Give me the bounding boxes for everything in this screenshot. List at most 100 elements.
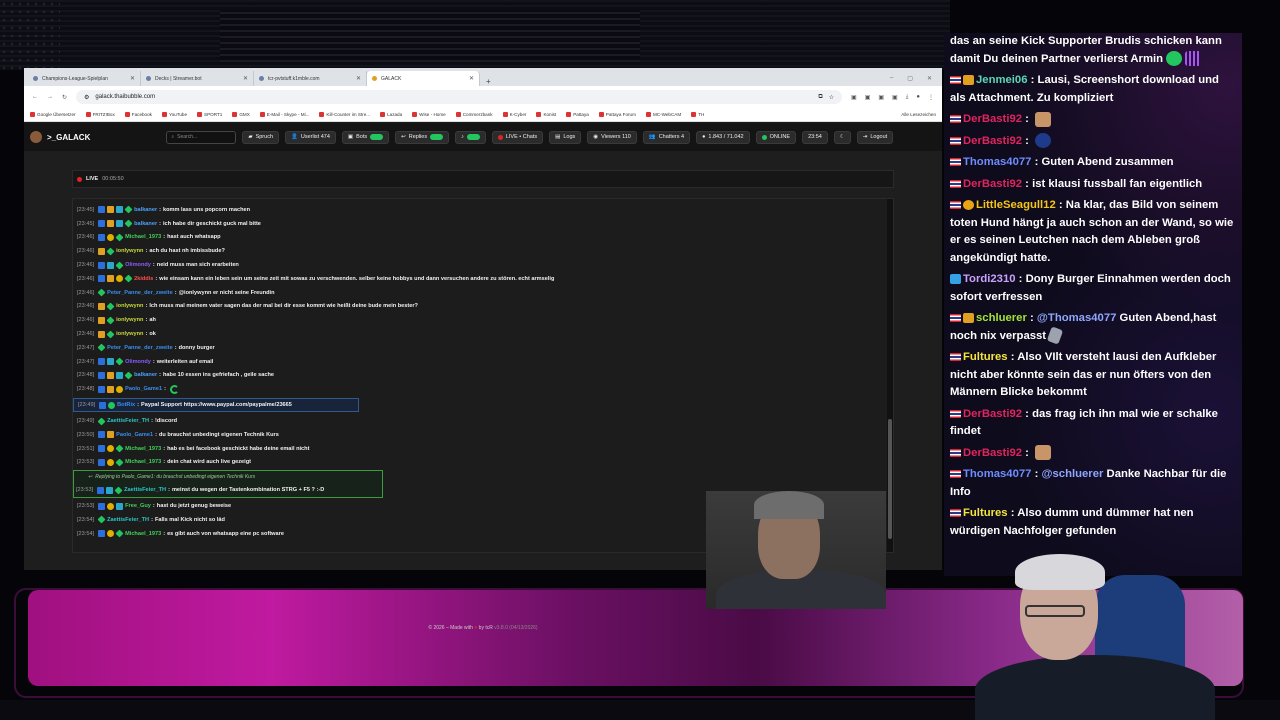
extension-icon[interactable]: ▣ — [851, 94, 857, 101]
logout-button[interactable]: ⇥ Logout — [856, 130, 894, 144]
forward-icon[interactable]: → — [47, 94, 53, 100]
url-field[interactable]: ⚙ galack.thaibubble.com ⧉ ☆ — [76, 90, 843, 104]
mention[interactable]: @schluerer — [1042, 468, 1104, 480]
translate-icon[interactable]: ⧉ — [818, 94, 822, 101]
username[interactable]: Thomas4077 — [963, 156, 1031, 168]
bots-toggle[interactable] — [370, 134, 384, 140]
tab-galack[interactable]: GALACK ✕ — [367, 71, 480, 86]
username[interactable]: Paolo_Game1 — [125, 386, 162, 392]
profile-icon[interactable]: ● — [916, 94, 920, 101]
second-webcam — [975, 550, 1215, 720]
replies-button[interactable]: ↩ Replies — [395, 130, 450, 144]
close-icon[interactable]: ✕ — [130, 75, 135, 82]
close-icon[interactable]: ✕ — [356, 75, 361, 82]
username[interactable]: Michael_1973 — [125, 531, 161, 537]
extension-icon[interactable]: ▣ — [878, 94, 884, 101]
bookmark-item[interactable]: YouTube — [161, 112, 187, 117]
tab-pvtstuff[interactable]: tcr-pvtstuff.k1mble.com ✕ — [254, 71, 367, 86]
brand[interactable]: >_GALACK — [30, 131, 90, 143]
username[interactable]: Jenmei06 — [976, 74, 1028, 86]
menu-icon[interactable]: ⋮ — [928, 94, 934, 101]
tab-champions-league[interactable]: Champions-League-Spielplan ✕ — [28, 71, 141, 86]
username[interactable]: BotRix — [117, 402, 135, 408]
bookmark-item[interactable]: Facebook — [124, 112, 152, 117]
extension-icon[interactable]: ▣ — [892, 94, 898, 101]
bookmark-item[interactable]: K-Cyber — [502, 112, 526, 117]
tab-streamerbot[interactable]: Decks | Streamer.bot ✕ — [141, 71, 254, 86]
username[interactable]: balkaner — [134, 207, 157, 213]
username[interactable]: ionlywynn — [116, 331, 143, 337]
bookmark-item[interactable]: Pattaya Forum — [598, 112, 636, 117]
username[interactable]: Fultures — [963, 507, 1008, 519]
bookmark-item[interactable]: E-Mail - Skype - Mi... — [259, 112, 309, 117]
username[interactable]: Michael_1973 — [125, 446, 161, 452]
back-icon[interactable]: ← — [32, 94, 38, 100]
downloads-icon[interactable]: ⤓ — [906, 94, 909, 101]
bookmark-item[interactable]: Wise - Home — [412, 112, 446, 117]
username[interactable]: DerBasti92 — [963, 178, 1022, 190]
username[interactable]: Olimondy — [125, 359, 151, 365]
username[interactable]: Free_Guy — [125, 503, 151, 509]
close-icon[interactable]: ✕ — [243, 75, 248, 82]
bots-button[interactable]: ▣ Bots — [341, 130, 390, 144]
bookmark-item[interactable]: TH — [691, 112, 704, 117]
spruch-button[interactable]: ▰ Spruch — [242, 130, 280, 144]
username[interactable]: Michael_1973 — [125, 459, 161, 465]
username[interactable]: Fultures — [963, 351, 1008, 363]
username[interactable]: DerBasti92 — [963, 447, 1022, 459]
userlist-button[interactable]: 👤 Userlist 474 — [285, 130, 336, 144]
search-input[interactable]: ⌕ Search... — [166, 130, 237, 144]
bookmark-item[interactable]: Commerzbank — [455, 112, 493, 117]
bookmark-item[interactable]: SPORT1 — [197, 112, 222, 117]
bookmark-item[interactable]: Kill-Counter im Stre... — [319, 112, 370, 117]
bookmark-item[interactable]: Lazada — [380, 112, 402, 117]
site-info-icon[interactable]: ⚙ — [84, 94, 89, 101]
maximize-icon[interactable]: ▢ — [907, 75, 913, 82]
username[interactable]: balkaner — [134, 372, 157, 378]
new-tab-button[interactable]: + — [480, 77, 497, 86]
username[interactable]: Peter_Panne_der_zweite — [107, 345, 173, 351]
username[interactable]: Olimondy — [125, 262, 151, 268]
username[interactable]: ionlywynn — [116, 248, 143, 254]
bookmark-item[interactable]: Konist — [536, 112, 556, 117]
username[interactable]: balkaner — [134, 221, 157, 227]
replies-toggle[interactable] — [430, 134, 444, 140]
username[interactable]: Michael_1973 — [125, 234, 161, 240]
username[interactable]: ionlywynn — [116, 303, 143, 309]
bookmark-item[interactable]: FRITZ!Box — [85, 112, 115, 117]
username[interactable]: Tordi2310 — [963, 273, 1016, 285]
theme-toggle-button[interactable]: ☾ — [833, 130, 851, 144]
sound-button[interactable]: ♪ — [455, 130, 486, 144]
close-window-icon[interactable]: ✕ — [927, 75, 932, 82]
username[interactable]: DerBasti92 — [963, 135, 1022, 147]
username[interactable]: Thomas4077 — [963, 468, 1031, 480]
scrollbar-thumb[interactable] — [888, 419, 892, 539]
username[interactable]: DerBasti92 — [963, 408, 1022, 420]
username[interactable]: ZaettisFeier_TH — [107, 517, 149, 523]
live-chats-button[interactable]: LIVE • Chats — [491, 130, 544, 144]
all-bookmarks[interactable]: Alle Lesezeichen — [901, 112, 936, 117]
username[interactable]: ZaettisFeier_TH — [107, 418, 149, 424]
bookmark-item[interactable]: Pattaya — [566, 112, 589, 117]
chat-scrollbar[interactable] — [887, 199, 893, 552]
bookmark-star-icon[interactable]: ☆ — [829, 94, 834, 101]
bookmark-item[interactable]: MC-WebCAM — [645, 112, 681, 117]
username[interactable]: LittleSeagull12 — [976, 199, 1056, 211]
sound-toggle[interactable] — [466, 134, 480, 140]
username[interactable]: DerBasti92 — [963, 113, 1022, 125]
reload-icon[interactable]: ↻ — [62, 94, 67, 101]
mention[interactable]: @Thomas4077 — [1037, 312, 1116, 324]
close-icon[interactable]: ✕ — [469, 75, 474, 82]
username[interactable]: schluerer — [976, 312, 1027, 324]
bookmark-item[interactable]: Google Übersetzer — [30, 112, 76, 117]
username[interactable]: ionlywynn — [116, 317, 143, 323]
logs-button[interactable]: ▤ Logs — [549, 130, 582, 144]
username[interactable]: Paolo_Game1 — [116, 432, 153, 438]
minimize-icon[interactable]: – — [890, 75, 893, 82]
bookmark-item[interactable]: GMX — [232, 112, 250, 117]
chat-message: [23:46] ionlywynn: ach du hast nh imbissbu… — [73, 244, 893, 258]
username[interactable]: Peter_Panne_der_zweite — [107, 290, 173, 296]
username[interactable]: 2kiddis — [134, 276, 153, 282]
username[interactable]: ZaettisFeier_TH — [124, 487, 166, 493]
extension-icon[interactable]: ▣ — [865, 94, 871, 101]
